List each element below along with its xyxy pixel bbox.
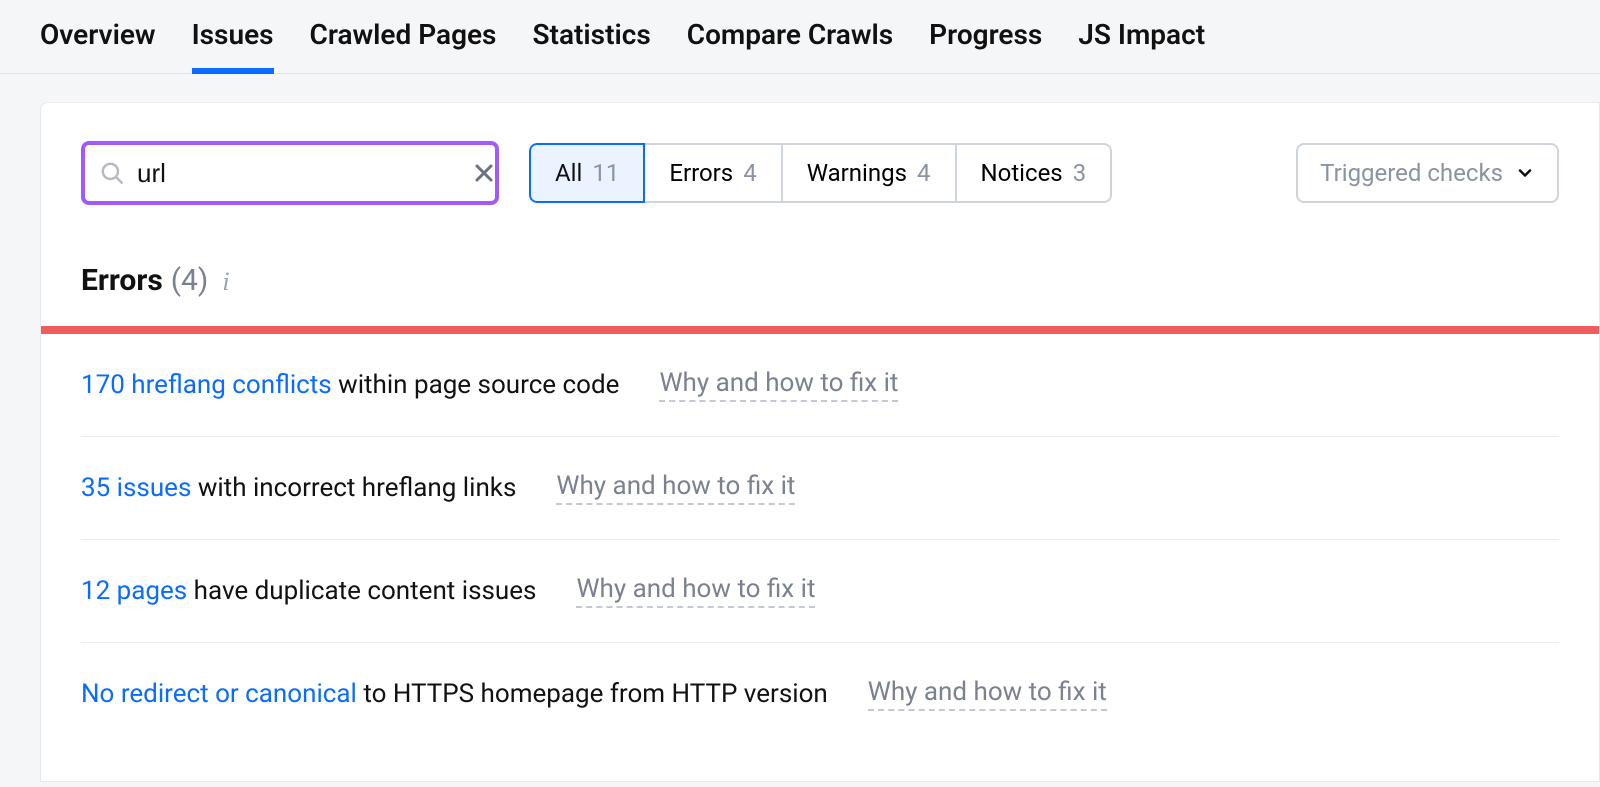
issue-row: No redirect or canonical to HTTPS homepa… <box>81 643 1559 745</box>
tab-compare-crawls[interactable]: Compare Crawls <box>687 18 893 73</box>
issue-text: have duplicate content issues <box>187 576 536 606</box>
issue-row: 12 pages have duplicate content issues W… <box>81 540 1559 643</box>
filter-all[interactable]: All 11 <box>529 143 645 203</box>
issue-row: 35 issues with incorrect hreflang links … <box>81 437 1559 540</box>
chevron-down-icon <box>1515 163 1535 183</box>
tab-statistics[interactable]: Statistics <box>532 18 650 73</box>
search-icon <box>99 160 125 186</box>
issue-link[interactable]: 170 hreflang conflicts <box>81 370 332 400</box>
issue-link[interactable]: 12 pages <box>81 576 187 606</box>
filter-label: Errors <box>669 159 733 187</box>
errors-title: Errors <box>81 263 163 298</box>
issue-link[interactable]: No redirect or canonical <box>81 679 357 709</box>
filter-count: 3 <box>1073 159 1087 187</box>
issues-panel: All 11 Errors 4 Warnings 4 Notices 3 Tri… <box>40 102 1600 782</box>
errors-bar <box>41 326 1599 334</box>
tab-overview[interactable]: Overview <box>40 18 156 73</box>
issue-text: within page source code <box>332 370 620 400</box>
fix-link[interactable]: Why and how to fix it <box>659 368 898 402</box>
triggered-checks-label: Triggered checks <box>1320 159 1503 187</box>
tab-progress[interactable]: Progress <box>929 18 1042 73</box>
filter-label: All <box>555 159 582 187</box>
issue-text: to HTTPS homepage from HTTP version <box>357 679 828 709</box>
search-input[interactable] <box>137 158 472 189</box>
toolbar: All 11 Errors 4 Warnings 4 Notices 3 Tri… <box>81 141 1559 205</box>
tab-issues[interactable]: Issues <box>192 18 274 73</box>
issue-text: with incorrect hreflang links <box>191 473 516 503</box>
filter-label: Warnings <box>807 159 907 187</box>
fix-link[interactable]: Why and how to fix it <box>576 574 815 608</box>
filter-count: 11 <box>592 159 619 187</box>
filter-count: 4 <box>743 159 757 187</box>
fix-link[interactable]: Why and how to fix it <box>556 471 795 505</box>
info-icon[interactable]: i <box>222 267 229 297</box>
filter-label: Notices <box>981 159 1063 187</box>
errors-heading: Errors (4) i <box>81 263 1559 298</box>
filter-errors[interactable]: Errors 4 <box>645 143 782 203</box>
filter-notices[interactable]: Notices 3 <box>957 143 1113 203</box>
filter-segment: All 11 Errors 4 Warnings 4 Notices 3 <box>529 143 1112 203</box>
filter-count: 4 <box>917 159 931 187</box>
search-box[interactable] <box>81 141 499 205</box>
tab-crawled-pages[interactable]: Crawled Pages <box>310 18 497 73</box>
clear-icon[interactable] <box>472 161 496 185</box>
issue-row: 170 hreflang conflicts within page sourc… <box>81 334 1559 437</box>
top-nav: Overview Issues Crawled Pages Statistics… <box>0 0 1600 74</box>
triggered-checks-dropdown[interactable]: Triggered checks <box>1296 143 1559 203</box>
filter-warnings[interactable]: Warnings 4 <box>783 143 957 203</box>
tab-js-impact[interactable]: JS Impact <box>1078 18 1205 73</box>
issue-link[interactable]: 35 issues <box>81 473 191 503</box>
errors-count: (4) <box>171 263 209 298</box>
fix-link[interactable]: Why and how to fix it <box>868 677 1107 711</box>
